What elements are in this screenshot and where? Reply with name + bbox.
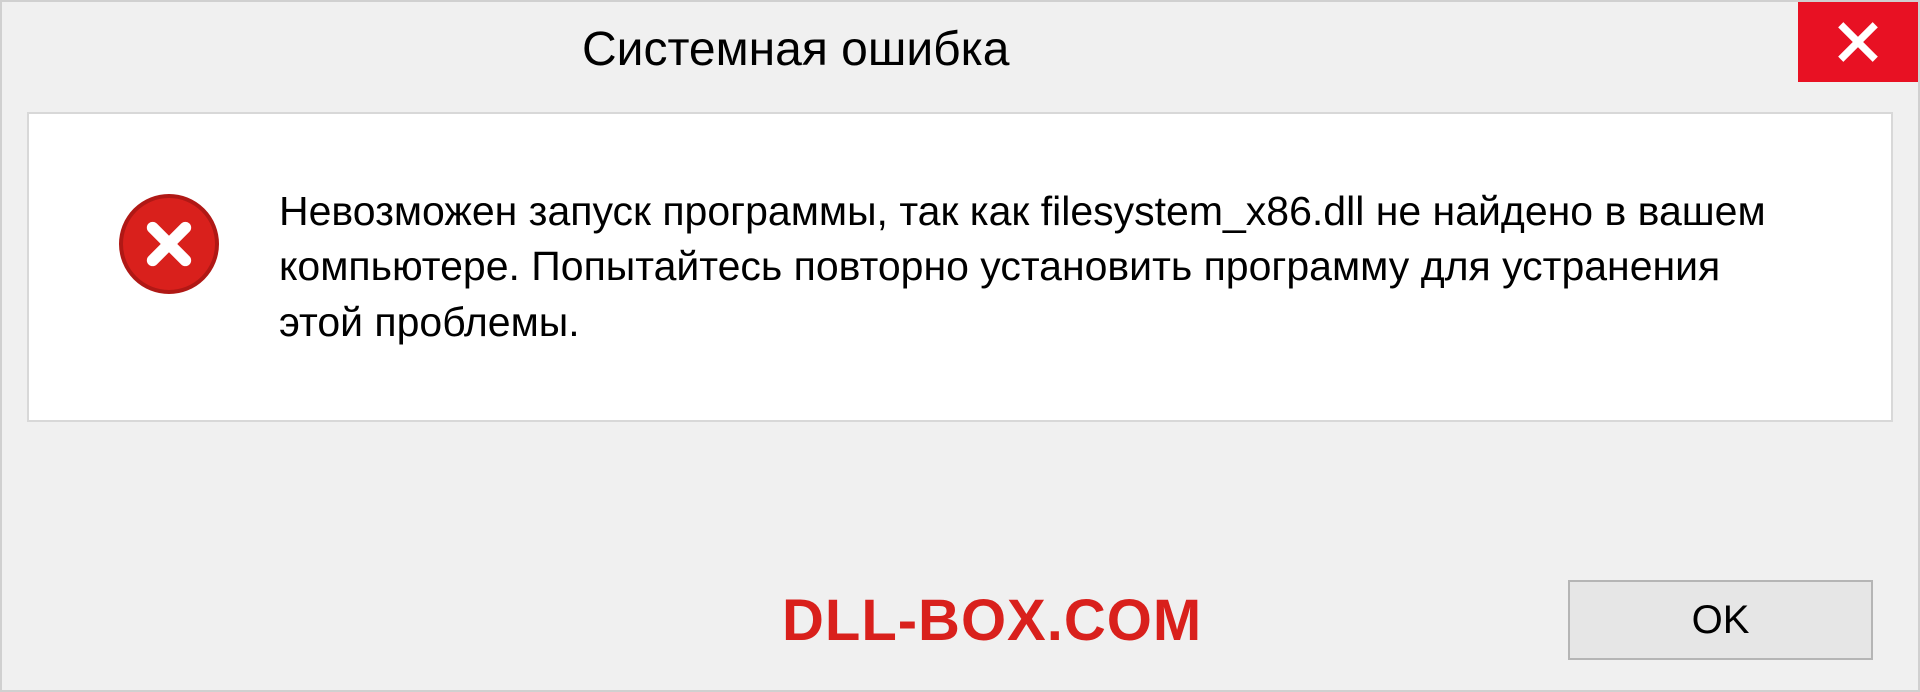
dialog-title: Системная ошибка [2, 22, 1009, 77]
titlebar: Системная ошибка [2, 2, 1918, 97]
error-icon [119, 194, 219, 294]
ok-button[interactable]: OK [1568, 580, 1873, 660]
bottom-row: DLL-BOX.COM OK [2, 580, 1918, 660]
watermark-text: DLL-BOX.COM [782, 587, 1202, 654]
close-icon [1836, 20, 1880, 64]
error-message: Невозможен запуск программы, так как fil… [279, 184, 1831, 350]
content-panel: Невозможен запуск программы, так как fil… [27, 112, 1893, 422]
close-button[interactable] [1798, 2, 1918, 82]
error-dialog: Системная ошибка Невозможен запуск прогр… [0, 0, 1920, 692]
